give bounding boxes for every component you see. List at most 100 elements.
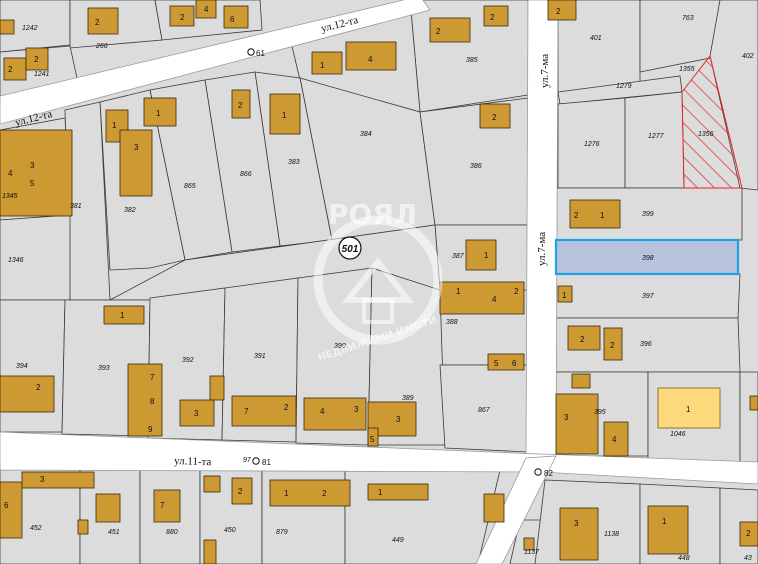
building bbox=[647, 505, 689, 555]
parcel-number: 396 bbox=[640, 341, 652, 348]
building bbox=[303, 397, 367, 431]
building bbox=[571, 373, 591, 389]
building bbox=[0, 19, 15, 35]
building-number: 1 bbox=[600, 211, 605, 220]
parcel-number: 386 bbox=[470, 163, 482, 170]
building-number: 6 bbox=[4, 501, 9, 510]
building-number: 4 bbox=[612, 435, 617, 444]
parcel-number: 1346 bbox=[8, 257, 24, 264]
parcel-number: 387 bbox=[452, 253, 465, 260]
parcel-number: 388 bbox=[446, 319, 458, 326]
parcel-number: 43 bbox=[744, 555, 752, 562]
parcel-number: 393 bbox=[98, 365, 110, 372]
building bbox=[269, 479, 351, 507]
building-number: 2 bbox=[492, 113, 497, 122]
building-number: 1 bbox=[456, 287, 461, 296]
building-number: 1 bbox=[120, 311, 125, 320]
parcel-number: 1138 bbox=[604, 531, 619, 538]
street-label-7: ул.7-ма bbox=[536, 232, 548, 266]
building-number: 5 bbox=[494, 359, 499, 368]
block-number: 501 bbox=[342, 244, 359, 255]
street-label-7: ул.7-ма bbox=[539, 54, 551, 88]
parcel-number: 1345 bbox=[2, 193, 18, 200]
building-number: 2 bbox=[36, 383, 41, 392]
building-number: 1 bbox=[284, 489, 289, 498]
parcel-number: 397 bbox=[642, 293, 655, 300]
building-number: 8 bbox=[150, 397, 155, 406]
building-number: 2 bbox=[490, 13, 495, 22]
survey-point-label: 81 bbox=[262, 458, 271, 467]
building bbox=[483, 493, 505, 523]
parcel-number: 398 bbox=[642, 255, 654, 262]
parcel-number: 383 bbox=[288, 159, 300, 166]
building bbox=[21, 471, 95, 489]
watermark-brand: РОЯЛ bbox=[328, 198, 417, 231]
parcel-number: 1356 bbox=[698, 131, 714, 138]
building-number: 2 bbox=[610, 341, 615, 350]
parcel-number: 450 bbox=[224, 527, 236, 534]
building-number: 1 bbox=[282, 111, 287, 120]
building bbox=[0, 481, 23, 539]
building-number: 7 bbox=[160, 501, 165, 510]
parcel-385[interactable] bbox=[409, 0, 529, 113]
building-number: 2 bbox=[574, 211, 579, 220]
parcel-number: 1279 bbox=[616, 83, 632, 90]
building bbox=[749, 395, 758, 411]
building-number: 4 bbox=[320, 407, 325, 416]
building-number: 7 bbox=[150, 373, 155, 382]
building-number: 2 bbox=[556, 7, 561, 16]
parcel-number: 385 bbox=[466, 57, 478, 64]
building-number: 2 bbox=[436, 27, 441, 36]
map-canvas: 2 2 4 6 2 2 1 4 2 2 2 2 1 1 2 1 3 3 4 5 … bbox=[0, 0, 758, 564]
parcel-number: 266 bbox=[95, 43, 108, 50]
street-label-11: ул.11-та bbox=[174, 455, 212, 468]
building-number: 2 bbox=[514, 287, 519, 296]
building-number: 1 bbox=[662, 517, 667, 526]
building-number: 1 bbox=[320, 61, 325, 70]
building-number: 2 bbox=[284, 403, 289, 412]
parcel-right-edge[interactable] bbox=[739, 371, 758, 463]
parcel-1277[interactable] bbox=[624, 91, 685, 189]
building-number: 3 bbox=[564, 413, 569, 422]
parcel-number: 1046 bbox=[670, 431, 686, 438]
parcel-number: 395 bbox=[594, 409, 606, 416]
building-number: 3 bbox=[396, 415, 401, 424]
building-number: 1 bbox=[484, 251, 489, 260]
building-number: 7 bbox=[244, 407, 249, 416]
building-number: 3 bbox=[134, 143, 139, 152]
parcel-number: 394 bbox=[16, 363, 28, 370]
parcel-number: 1277 bbox=[648, 133, 665, 140]
parcel-number: 452 bbox=[30, 525, 42, 532]
parcel-number: 879 bbox=[276, 529, 288, 536]
building-number: 9 bbox=[148, 425, 153, 434]
parcel-number: 865 bbox=[184, 183, 196, 190]
parcel-number: 382 bbox=[124, 207, 136, 214]
building-number: 6 bbox=[512, 359, 517, 368]
parcel-number: 451 bbox=[108, 529, 120, 536]
building-number: 4 bbox=[492, 295, 497, 304]
building bbox=[559, 507, 599, 561]
survey-point-label: 82 bbox=[544, 469, 553, 478]
building-number: 1 bbox=[562, 291, 567, 300]
survey-point-label: 61 bbox=[256, 49, 265, 58]
building-number: 5 bbox=[30, 179, 35, 188]
building bbox=[95, 493, 121, 523]
cadastral-map[interactable]: 2 2 4 6 2 2 1 4 2 2 2 2 1 1 2 1 3 3 4 5 … bbox=[0, 0, 758, 564]
building-number: 1 bbox=[156, 109, 161, 118]
building-number: 3 bbox=[194, 409, 199, 418]
building bbox=[153, 489, 181, 523]
building-number: 3 bbox=[30, 161, 35, 170]
building bbox=[555, 393, 599, 455]
parcel-number: 1137 bbox=[524, 549, 540, 556]
parcel-number: 1242 bbox=[22, 25, 38, 32]
building-number: 2 bbox=[180, 13, 185, 22]
building bbox=[0, 375, 55, 413]
parcel-386[interactable] bbox=[419, 97, 529, 226]
parcel-number: 867 bbox=[478, 407, 491, 414]
parcel-number: 763 bbox=[682, 15, 694, 22]
building-number: 2 bbox=[238, 487, 243, 496]
parcel-number: 401 bbox=[590, 35, 602, 42]
building bbox=[209, 375, 225, 401]
building-number: 3 bbox=[354, 405, 359, 414]
building-number: 2 bbox=[8, 65, 13, 74]
